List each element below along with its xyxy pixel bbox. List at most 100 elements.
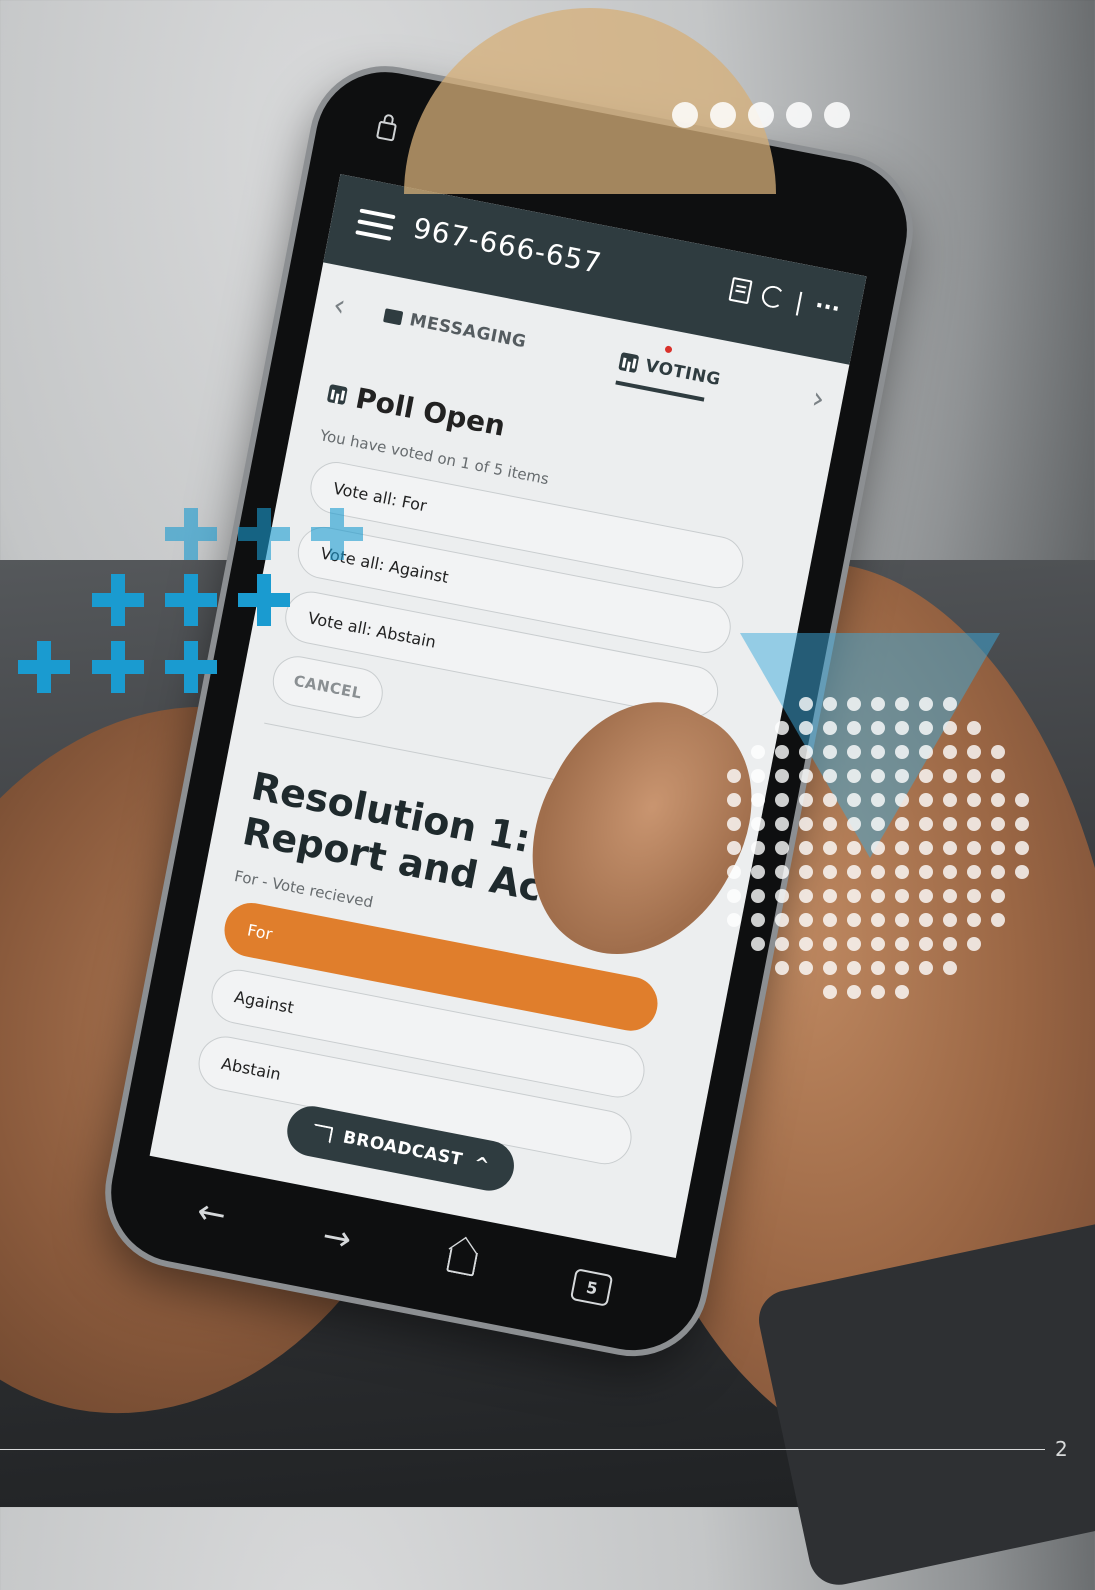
dot	[871, 793, 885, 807]
dot	[775, 937, 789, 951]
dot	[847, 985, 861, 999]
dot	[823, 961, 837, 975]
dot	[991, 889, 1005, 903]
dot	[991, 841, 1005, 855]
dot	[943, 937, 957, 951]
dot	[823, 697, 837, 711]
dot	[967, 721, 981, 735]
decorative-dots	[672, 102, 850, 128]
dot	[847, 697, 861, 711]
dot	[895, 769, 909, 783]
dot	[775, 721, 789, 735]
dot	[799, 841, 813, 855]
dot	[799, 793, 813, 807]
dot	[895, 793, 909, 807]
forward-arrow-icon[interactable]: →	[319, 1216, 355, 1261]
app-bar-actions: | ···	[728, 275, 842, 324]
dot	[823, 769, 837, 783]
dot	[871, 697, 885, 711]
dot	[799, 817, 813, 831]
dot	[943, 961, 957, 975]
dot	[775, 961, 789, 975]
dot	[919, 841, 933, 855]
dot	[847, 769, 861, 783]
plus-icon	[92, 574, 144, 626]
dot	[823, 817, 837, 831]
dot	[871, 961, 885, 975]
cast-icon	[310, 1122, 334, 1144]
tab-count-icon[interactable]: 5	[570, 1268, 614, 1307]
dot	[727, 793, 741, 807]
cancel-button[interactable]: CANCEL	[268, 651, 388, 723]
dot	[727, 889, 741, 903]
dot	[799, 697, 813, 711]
dot	[727, 913, 741, 927]
decorative-dot-field	[710, 680, 1030, 1000]
dot	[943, 841, 957, 855]
dot	[823, 841, 837, 855]
plus-icon	[165, 508, 217, 560]
dot	[895, 745, 909, 759]
dot	[991, 745, 1005, 759]
plus-icon	[18, 641, 70, 693]
menu-icon[interactable]	[355, 208, 396, 241]
dot	[895, 961, 909, 975]
dot	[943, 913, 957, 927]
lock-icon	[375, 120, 398, 142]
home-icon[interactable]	[446, 1247, 479, 1277]
dot	[991, 913, 1005, 927]
dot	[967, 793, 981, 807]
more-icon[interactable]: ···	[813, 293, 842, 322]
dot	[727, 865, 741, 879]
poll-title-text: Poll Open	[352, 381, 508, 443]
dot	[823, 985, 837, 999]
dot	[919, 721, 933, 735]
dot	[823, 721, 837, 735]
dot	[991, 793, 1005, 807]
dot	[895, 721, 909, 735]
dot	[799, 769, 813, 783]
tab-voting-label: VOTING	[643, 355, 723, 391]
dot	[967, 769, 981, 783]
dot	[967, 889, 981, 903]
dot	[799, 937, 813, 951]
chevron-left-icon[interactable]: ‹	[330, 287, 348, 324]
dot	[871, 913, 885, 927]
dot	[1015, 865, 1029, 879]
dot	[919, 745, 933, 759]
dot	[799, 961, 813, 975]
dot	[727, 817, 741, 831]
tab-messaging[interactable]: MESSAGING	[382, 305, 528, 352]
dot	[751, 817, 765, 831]
dot	[895, 817, 909, 831]
dot	[847, 889, 861, 903]
dot	[847, 745, 861, 759]
doc-icon[interactable]	[728, 276, 753, 305]
dot	[895, 697, 909, 711]
dot	[895, 841, 909, 855]
tab-messaging-label: MESSAGING	[407, 310, 528, 353]
dot	[943, 697, 957, 711]
dot	[847, 841, 861, 855]
dot	[967, 937, 981, 951]
chevron-right-icon[interactable]: ›	[809, 381, 827, 418]
dot	[847, 865, 861, 879]
dot	[871, 985, 885, 999]
dot	[847, 961, 861, 975]
notification-dot	[664, 345, 673, 354]
bars-icon	[618, 352, 640, 374]
dot	[895, 937, 909, 951]
dot	[799, 889, 813, 903]
dot	[847, 937, 861, 951]
dot	[943, 793, 957, 807]
dot	[751, 913, 765, 927]
tab-voting[interactable]: VOTING	[615, 345, 723, 402]
dot	[775, 865, 789, 879]
back-arrow-icon[interactable]: ←	[194, 1191, 230, 1236]
plus-icon	[165, 574, 217, 626]
refresh-icon[interactable]	[759, 283, 786, 310]
dot	[751, 769, 765, 783]
meeting-id: 967-666-657	[410, 211, 605, 281]
dot	[847, 793, 861, 807]
chat-icon	[382, 308, 404, 326]
